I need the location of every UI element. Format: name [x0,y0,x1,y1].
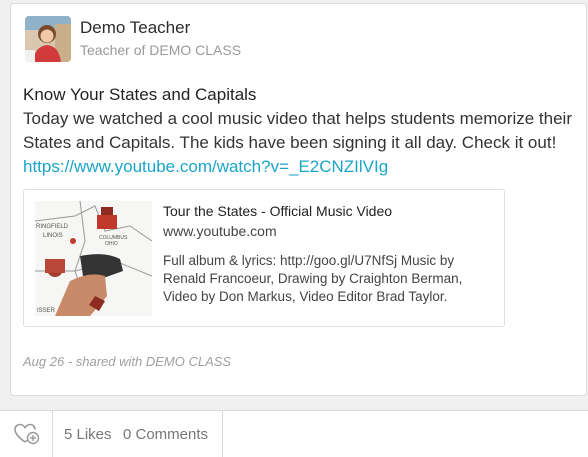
thumb-label-isser: ISSER [37,308,56,314]
preview-description: Full album & lyrics: http://goo.gl/U7NfS… [163,253,463,304]
post-stats: 5 Likes 0 Comments [53,411,223,457]
video-thumbnail[interactable]: RINGFIELD LINOIS COLUMBUS OHIO ISSER [35,201,152,316]
link-preview[interactable]: RINGFIELD LINOIS COLUMBUS OHIO ISSER Tou… [23,189,505,327]
thumb-label-ohio: OHIO [105,241,118,247]
comments-count[interactable]: 0 Comments [123,426,208,443]
post-meta: Aug 26 - shared with DEMO CLASS [23,354,232,369]
post-text: Today we watched a cool music video that… [23,109,572,152]
thumb-label-illinois: LINOIS [43,233,63,239]
author-name[interactable]: Demo Teacher [80,18,190,38]
thumb-label-springfield: RINGFIELD [36,224,69,230]
post-body: Know Your States and Capitals Today we w… [23,83,573,179]
heart-plus-icon [14,423,40,445]
post-title: Know Your States and Capitals [23,85,257,104]
author-avatar[interactable] [25,16,71,62]
author-role: Teacher of DEMO CLASS [80,42,242,58]
likes-count[interactable]: 5 Likes [64,426,112,443]
post-footer: 5 Likes 0 Comments [0,410,588,457]
post-link[interactable]: https://www.youtube.com/watch?v=_E2CNZIl… [23,155,573,179]
post-card: Demo Teacher Teacher of DEMO CLASS Know … [10,3,587,396]
preview-title[interactable]: Tour the States - Official Music Video [163,203,392,219]
like-button[interactable] [0,411,53,457]
preview-domain: www.youtube.com [163,223,277,239]
